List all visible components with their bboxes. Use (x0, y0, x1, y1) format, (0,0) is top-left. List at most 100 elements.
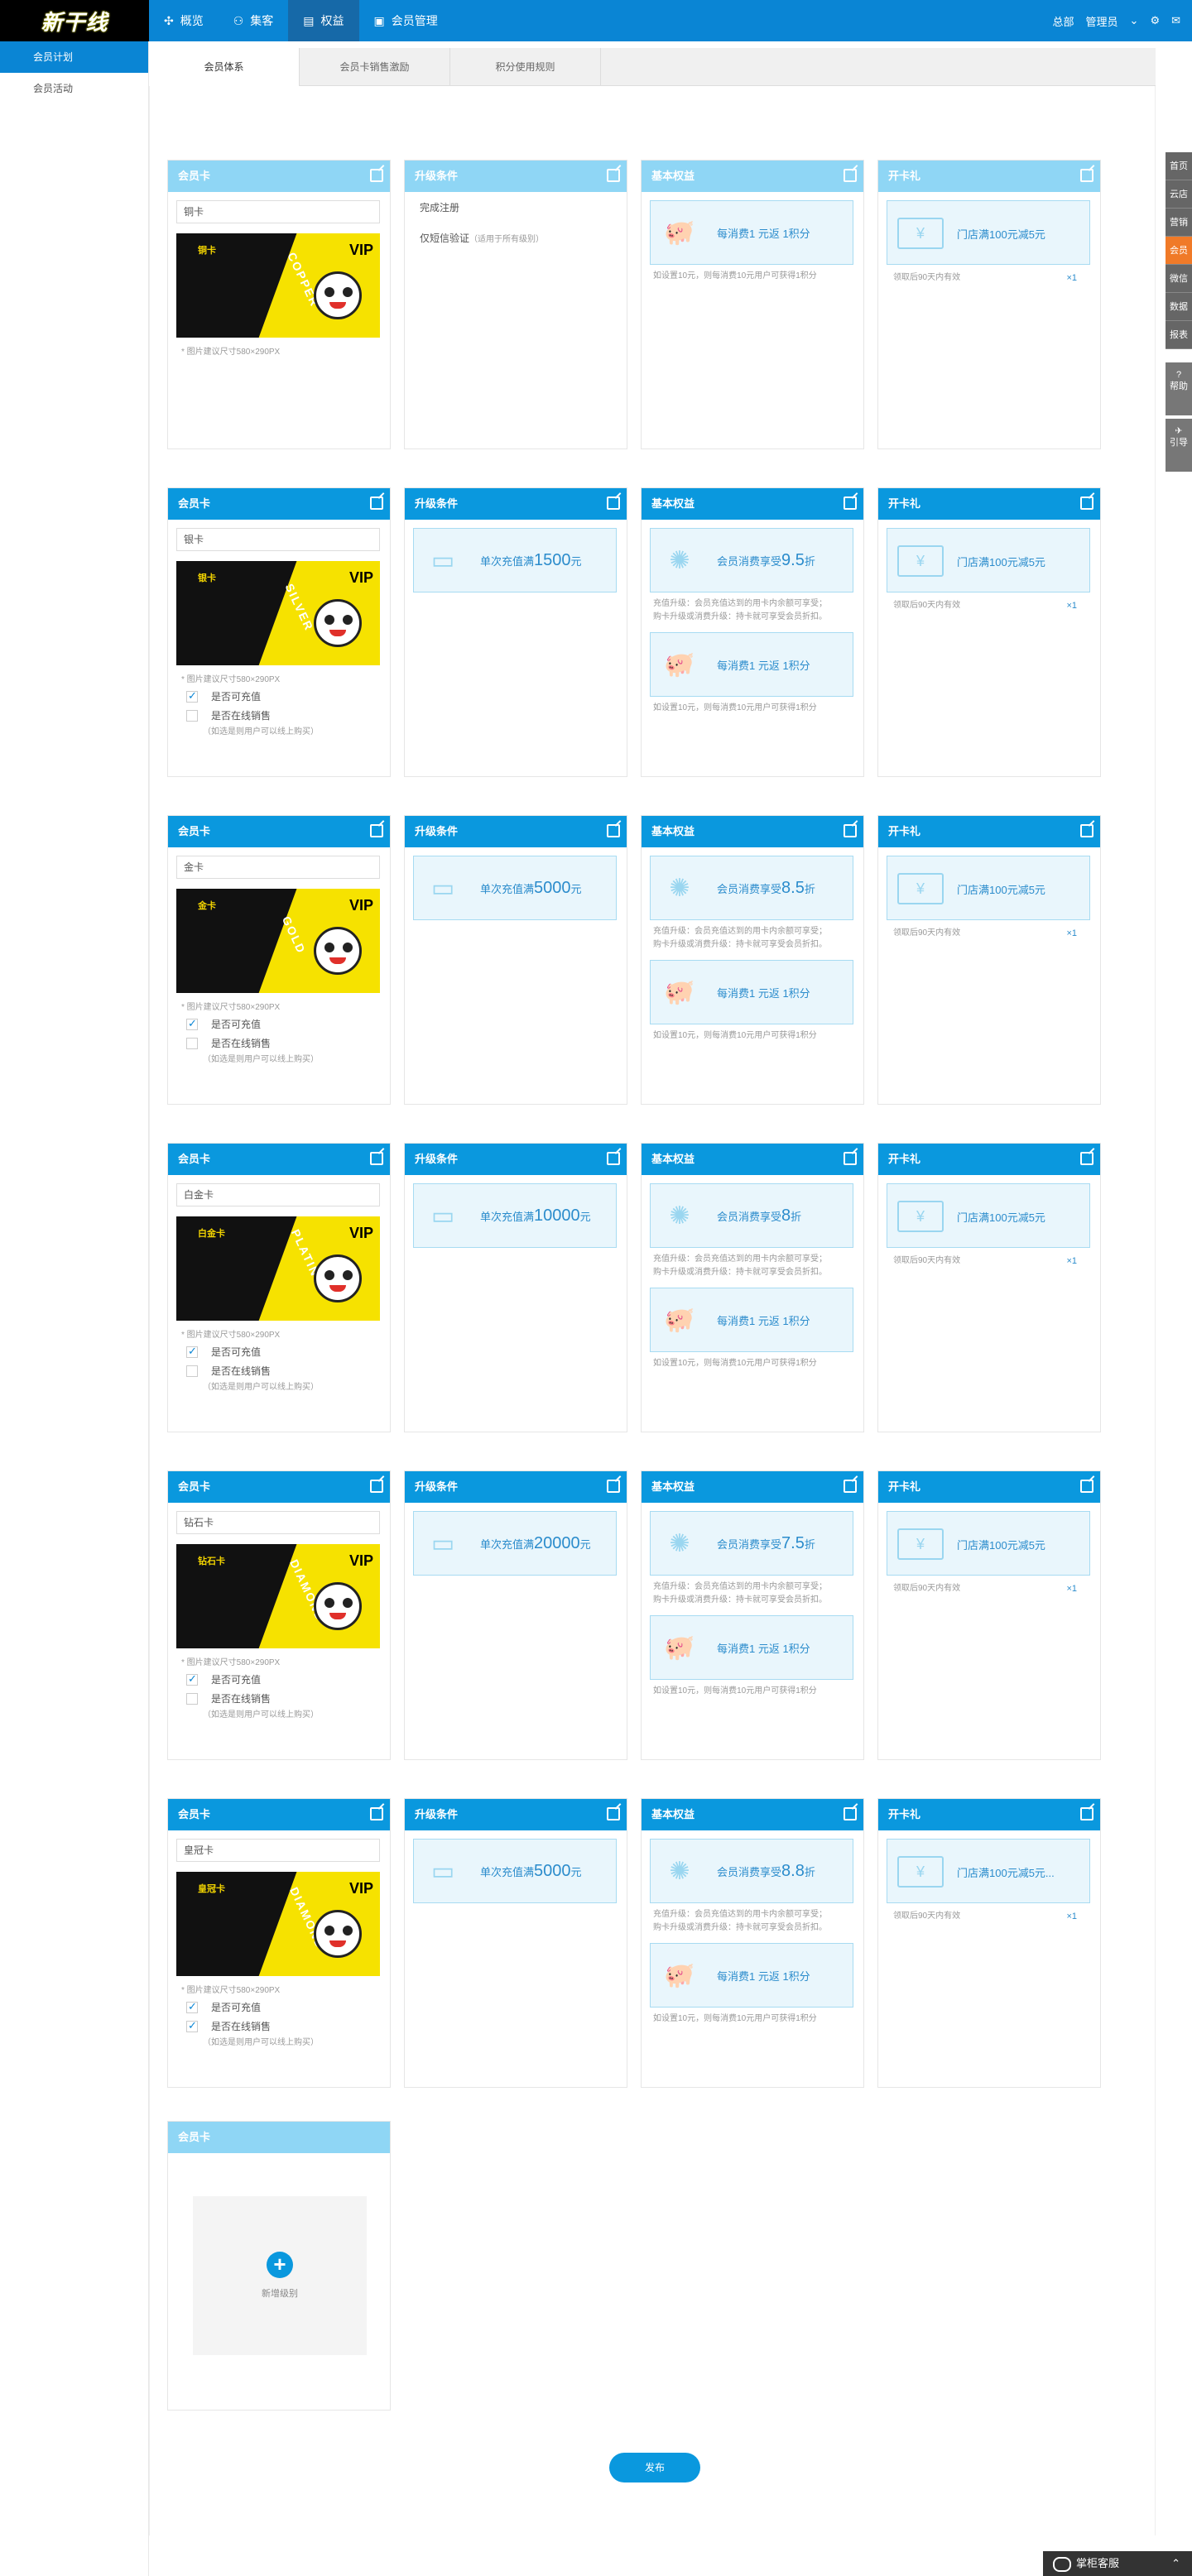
checkbox-icon[interactable] (186, 1345, 198, 1358)
edit-icon[interactable] (1080, 1807, 1093, 1820)
user-label[interactable]: 管理员 (1086, 13, 1118, 29)
edit-icon[interactable] (844, 1152, 857, 1165)
gift-coupon[interactable]: ¥ 门店满100元减5元 (887, 200, 1090, 265)
edit-icon[interactable] (844, 496, 857, 510)
card-name-input[interactable]: 银卡 (176, 528, 380, 551)
points-benefit[interactable]: 🐖 每消费1 元返 1积分 (650, 1288, 853, 1352)
discount-benefit[interactable]: ✺ 会员消费享受9.5折 (650, 528, 853, 592)
card-image[interactable]: 金卡 GOLD VIP (176, 889, 380, 993)
edit-icon[interactable] (1080, 1152, 1093, 1165)
quick-help[interactable]: ? 帮助 (1166, 362, 1192, 415)
edit-icon[interactable] (370, 824, 383, 837)
gift-coupon[interactable]: ¥ 门店满100元减5元 (887, 1183, 1090, 1248)
edit-icon[interactable] (1080, 169, 1093, 182)
quick-wechat[interactable]: 微信 (1166, 265, 1192, 293)
points-benefit[interactable]: 🐖 每消费1 元返 1积分 (650, 200, 853, 265)
card-image[interactable]: 白金卡 PLATINUM VIP (176, 1216, 380, 1321)
recharge-checkbox[interactable]: 是否可充值 (186, 1345, 390, 1359)
checkbox-icon[interactable] (186, 709, 198, 722)
card-name-input[interactable]: 金卡 (176, 856, 380, 879)
discount-benefit[interactable]: ✺ 会员消费享受7.5折 (650, 1511, 853, 1576)
recharge-condition[interactable]: ▭ 单次充值满5000元 (413, 856, 617, 920)
chevron-down-icon[interactable]: ⌄ (1130, 14, 1139, 27)
edit-icon[interactable] (844, 1480, 857, 1493)
recharge-checkbox[interactable]: 是否可充值 (186, 1672, 390, 1686)
recharge-checkbox[interactable]: 是否可充值 (186, 1017, 390, 1031)
checkbox-icon[interactable] (186, 1672, 198, 1686)
gift-coupon[interactable]: ¥ 门店满100元减5元 (887, 856, 1090, 920)
edit-icon[interactable] (844, 169, 857, 182)
points-benefit[interactable]: 🐖 每消费1 元返 1积分 (650, 1615, 853, 1680)
points-benefit[interactable]: 🐖 每消费1 元返 1积分 (650, 960, 853, 1024)
edit-icon[interactable] (1080, 824, 1093, 837)
edit-icon[interactable] (1080, 1480, 1093, 1493)
add-level-button[interactable]: + 新增级别 (193, 2196, 367, 2355)
quick-data[interactable]: 数据 (1166, 293, 1192, 321)
tab-member-system[interactable]: 会员体系 (149, 48, 300, 86)
quick-member[interactable]: 会员 (1166, 237, 1192, 265)
online-sale-checkbox[interactable]: 是否在线销售 (186, 708, 390, 722)
discount-benefit[interactable]: ✺ 会员消费享受8折 (650, 1183, 853, 1248)
card-image[interactable]: 皇冠卡 DIAMOND VIP (176, 1872, 380, 1976)
edit-icon[interactable] (844, 824, 857, 837)
recharge-checkbox[interactable]: 是否可充值 (186, 689, 390, 703)
points-benefit[interactable]: 🐖 每消费1 元返 1积分 (650, 1943, 853, 2008)
recharge-condition[interactable]: ▭ 单次充值满1500元 (413, 528, 617, 592)
gift-coupon[interactable]: ¥ 门店满100元减5元 (887, 528, 1090, 592)
checkbox-icon[interactable] (186, 1037, 198, 1049)
customer-service-button[interactable]: 掌柜客服 (1043, 2551, 1192, 2576)
tab-points-rules[interactable]: 积分使用规则 (450, 48, 601, 86)
checkbox-icon[interactable] (186, 689, 198, 703)
edit-icon[interactable] (607, 1152, 620, 1165)
card-name-input[interactable]: 白金卡 (176, 1183, 380, 1206)
sidebar-item-activity[interactable]: 会员活动 (0, 73, 148, 104)
card-name-input[interactable]: 钻石卡 (176, 1511, 380, 1534)
online-sale-checkbox[interactable]: 是否在线销售 (186, 2019, 390, 2033)
card-name-input[interactable]: 铜卡 (176, 200, 380, 223)
checkbox-icon[interactable] (186, 1692, 198, 1705)
edit-icon[interactable] (607, 496, 620, 510)
edit-icon[interactable] (1080, 496, 1093, 510)
nav-customer[interactable]: ⚇ 集客 (219, 0, 289, 41)
recharge-condition[interactable]: ▭ 单次充值满10000元 (413, 1183, 617, 1248)
edit-icon[interactable] (370, 169, 383, 182)
quick-store[interactable]: 云店 (1166, 180, 1192, 209)
quick-guide[interactable]: ✈ 引导 (1166, 419, 1192, 472)
edit-icon[interactable] (607, 824, 620, 837)
card-image[interactable]: 铜卡 COPPER VIP (176, 233, 380, 338)
edit-icon[interactable] (607, 169, 620, 182)
edit-icon[interactable] (370, 1480, 383, 1493)
quick-home[interactable]: 首页 (1166, 152, 1192, 180)
points-benefit[interactable]: 🐖 每消费1 元返 1积分 (650, 632, 853, 697)
edit-icon[interactable] (370, 496, 383, 510)
card-name-input[interactable]: 皇冠卡 (176, 1839, 380, 1862)
edit-icon[interactable] (370, 1152, 383, 1165)
recharge-condition[interactable]: ▭ 单次充值满20000元 (413, 1511, 617, 1576)
nav-rights[interactable]: ▤ 权益 (288, 0, 359, 41)
edit-icon[interactable] (844, 1807, 857, 1820)
quick-report[interactable]: 报表 (1166, 321, 1192, 349)
online-sale-checkbox[interactable]: 是否在线销售 (186, 1364, 390, 1378)
app-logo[interactable]: 新干线 (0, 0, 149, 41)
checkbox-icon[interactable] (186, 2019, 198, 2032)
nav-overview[interactable]: ✣ 概览 (149, 0, 219, 41)
publish-button[interactable]: 发布 (609, 2453, 700, 2482)
org-label[interactable]: 总部 (1053, 13, 1074, 29)
gift-coupon[interactable]: ¥ 门店满100元减5元... (887, 1839, 1090, 1903)
tab-card-sales[interactable]: 会员卡销售激励 (300, 48, 450, 86)
recharge-condition[interactable]: ▭ 单次充值满5000元 (413, 1839, 617, 1903)
online-sale-checkbox[interactable]: 是否在线销售 (186, 1036, 390, 1050)
gift-coupon[interactable]: ¥ 门店满100元减5元 (887, 1511, 1090, 1576)
edit-icon[interactable] (370, 1807, 383, 1820)
checkbox-icon[interactable] (186, 2000, 198, 2013)
online-sale-checkbox[interactable]: 是否在线销售 (186, 1691, 390, 1705)
quick-marketing[interactable]: 营销 (1166, 209, 1192, 237)
checkbox-icon[interactable] (186, 1365, 198, 1377)
edit-icon[interactable] (607, 1807, 620, 1820)
recharge-checkbox[interactable]: 是否可充值 (186, 2000, 390, 2014)
discount-benefit[interactable]: ✺ 会员消费享受8.8折 (650, 1839, 853, 1903)
checkbox-icon[interactable] (186, 1017, 198, 1030)
nav-member[interactable]: ▣ 会员管理 (359, 0, 453, 41)
card-image[interactable]: 银卡 SILVER VIP (176, 561, 380, 665)
card-image[interactable]: 钻石卡 DIAMOND VIP (176, 1544, 380, 1648)
